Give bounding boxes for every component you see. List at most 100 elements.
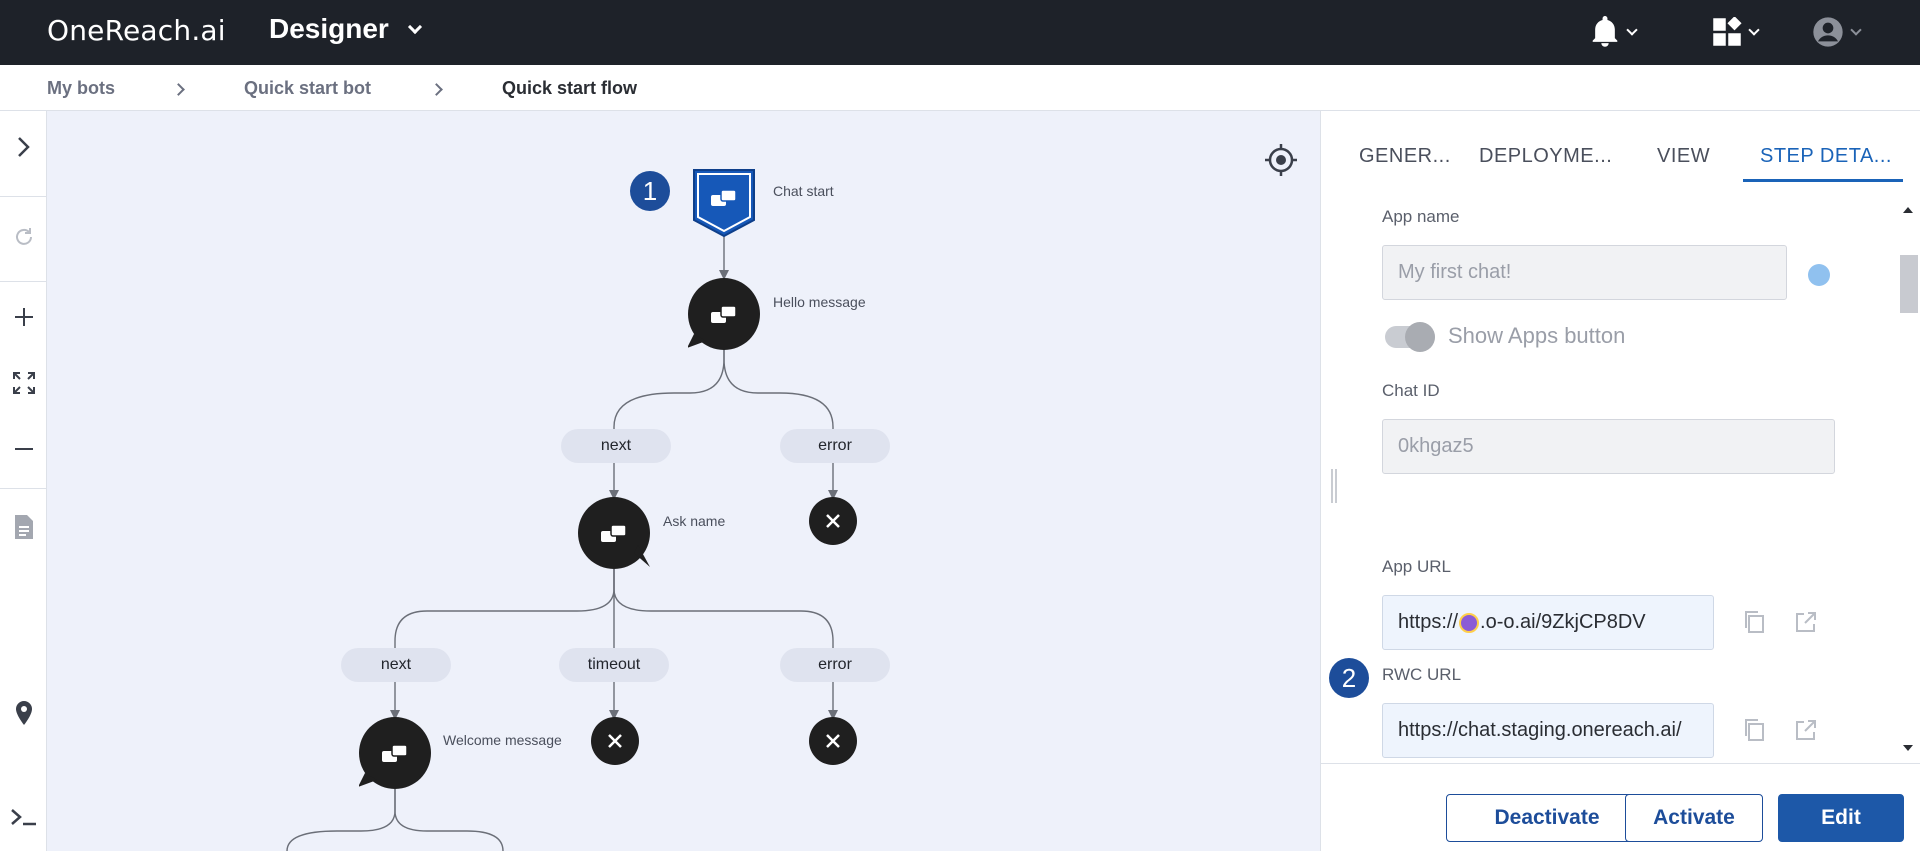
- flow-connectors: [286, 235, 838, 851]
- app-url-suffix: .o-o.ai/9ZkjCP8DV: [1480, 611, 1646, 633]
- activate-button[interactable]: Activate: [1625, 794, 1763, 842]
- fit-to-screen-button[interactable]: [0, 367, 47, 399]
- timeout-end-node[interactable]: [591, 717, 639, 765]
- app-url-field[interactable]: https:// .o-o.ai/9ZkjCP8DV: [1382, 595, 1714, 650]
- status-dot: [1808, 264, 1830, 286]
- panel-scrollbar[interactable]: [1896, 203, 1918, 763]
- refresh-icon: [15, 228, 32, 245]
- app-name-label: App name: [1382, 207, 1460, 226]
- scroll-thumb[interactable]: [1900, 255, 1918, 313]
- chat-id-field[interactable]: 0khgaz5: [1382, 419, 1835, 474]
- copy-icon: [1745, 611, 1764, 633]
- close-icon: [826, 514, 840, 528]
- chevron-down-icon: [1850, 24, 1862, 36]
- app-name-field[interactable]: My first chat!: [1382, 245, 1787, 300]
- close-icon: [608, 734, 622, 748]
- minus-icon: [14, 448, 33, 450]
- scroll-up-icon[interactable]: [1898, 203, 1918, 217]
- app-url-prefix: https://: [1398, 611, 1459, 633]
- close-icon: [826, 734, 840, 748]
- notes-button[interactable]: [0, 511, 47, 543]
- chat-bubble-icon: [688, 305, 737, 348]
- rwc-url-field[interactable]: https://chat.staging.onereach.ai/: [1382, 703, 1714, 758]
- flow-canvas[interactable]: 1 Chat start Hello message next error As…: [47, 111, 1320, 851]
- chevron-down-icon[interactable]: [407, 19, 423, 35]
- tab-view[interactable]: VIEW: [1657, 145, 1710, 168]
- canvas-toolbar: [0, 111, 47, 851]
- step-badge-2: 2: [1329, 658, 1369, 698]
- document-icon: [14, 515, 33, 539]
- node-label-hello-message: Hello message: [773, 294, 866, 310]
- port-hello-error[interactable]: error: [780, 429, 890, 463]
- account-menu[interactable]: [1812, 14, 1862, 50]
- panel-tabs: GENER... DEPLOYME... VIEW STEP DETA...: [1321, 111, 1920, 183]
- chevron-down-icon: [1626, 24, 1638, 36]
- crosshair-icon: [1265, 144, 1297, 176]
- bell-icon: [1592, 16, 1618, 47]
- breadcrumb: My bots Quick start bot Quick start flow: [0, 65, 1920, 111]
- onereach-logo[interactable]: OneReach.ai: [47, 14, 226, 47]
- apps-grid-icon: [1713, 17, 1742, 46]
- copy-app-url-button[interactable]: [1742, 610, 1766, 639]
- node-label-chat-start: Chat start: [773, 183, 834, 199]
- console-button[interactable]: [0, 801, 47, 833]
- expand-button[interactable]: [0, 131, 47, 163]
- port-ask-error[interactable]: error: [780, 648, 890, 682]
- app-url-label: App URL: [1382, 557, 1451, 576]
- terminal-icon: [10, 809, 36, 826]
- tab-general[interactable]: GENER...: [1359, 145, 1451, 168]
- node-label-welcome-message: Welcome message: [443, 732, 562, 748]
- chevron-right-icon: [172, 83, 185, 96]
- breadcrumb-quick-start-flow: Quick start flow: [502, 78, 638, 98]
- chat-bubble-icon: [601, 524, 650, 567]
- zoom-in-button[interactable]: [0, 301, 47, 333]
- deactivate-button[interactable]: Deactivate: [1446, 794, 1648, 842]
- error-end-node[interactable]: [809, 717, 857, 765]
- scroll-down-icon[interactable]: [1898, 741, 1918, 755]
- plus-icon: [14, 308, 33, 326]
- show-apps-toggle[interactable]: [1385, 322, 1435, 352]
- step-badge-1: 1: [630, 171, 670, 211]
- chat-bubble-icon: [359, 744, 408, 787]
- chevron-down-icon: [1748, 24, 1760, 36]
- copy-rwc-url-button[interactable]: [1742, 718, 1766, 747]
- edit-button[interactable]: Edit: [1778, 794, 1904, 842]
- apps-menu[interactable]: [1712, 14, 1760, 50]
- notifications-menu[interactable]: [1590, 14, 1638, 50]
- hello-message-node[interactable]: [688, 278, 760, 350]
- welcome-message-node[interactable]: [359, 717, 431, 789]
- tab-deployment[interactable]: DEPLOYME...: [1479, 145, 1612, 168]
- chat-id-label: Chat ID: [1382, 381, 1440, 400]
- rwc-url-label: RWC URL: [1382, 665, 1462, 684]
- port-ask-next[interactable]: next: [341, 648, 451, 682]
- app-title[interactable]: Designer: [269, 13, 389, 45]
- copy-icon: [1745, 719, 1764, 741]
- chevron-right-icon: [17, 137, 30, 157]
- chat-start-icon: [693, 169, 755, 238]
- location-button[interactable]: [0, 697, 47, 729]
- active-tab-indicator: [1743, 179, 1903, 182]
- fit-screen-icon: [12, 372, 35, 394]
- open-rwc-url-button[interactable]: [1794, 718, 1818, 747]
- show-apps-label: Show Apps button: [1448, 323, 1626, 348]
- chat-start-node[interactable]: [692, 168, 756, 238]
- step-settings-panel: GENER... DEPLOYME... VIEW STEP DETA... A…: [1320, 111, 1920, 851]
- map-pin-icon: [15, 701, 32, 725]
- refresh-button[interactable]: [0, 221, 47, 253]
- tab-step-details[interactable]: STEP DETA...: [1760, 145, 1892, 168]
- zoom-out-button[interactable]: [0, 433, 47, 465]
- open-app-url-button[interactable]: [1794, 610, 1818, 639]
- user-avatar-icon: [1813, 17, 1843, 47]
- center-view-button[interactable]: [1263, 142, 1299, 178]
- resize-handle[interactable]: [1331, 469, 1337, 503]
- breadcrumb-quick-start-bot[interactable]: Quick start bot: [244, 78, 371, 99]
- port-ask-timeout[interactable]: timeout: [559, 648, 669, 682]
- breadcrumb-my-bots[interactable]: My bots: [47, 78, 115, 99]
- chevron-right-icon: [430, 83, 443, 96]
- external-link-icon: [1796, 612, 1816, 632]
- port-hello-next[interactable]: next: [561, 429, 671, 463]
- error-end-node[interactable]: [809, 497, 857, 545]
- ask-name-node[interactable]: [578, 497, 650, 569]
- node-label-ask-name: Ask name: [663, 513, 726, 529]
- redacted-avatar-icon: [1459, 612, 1480, 633]
